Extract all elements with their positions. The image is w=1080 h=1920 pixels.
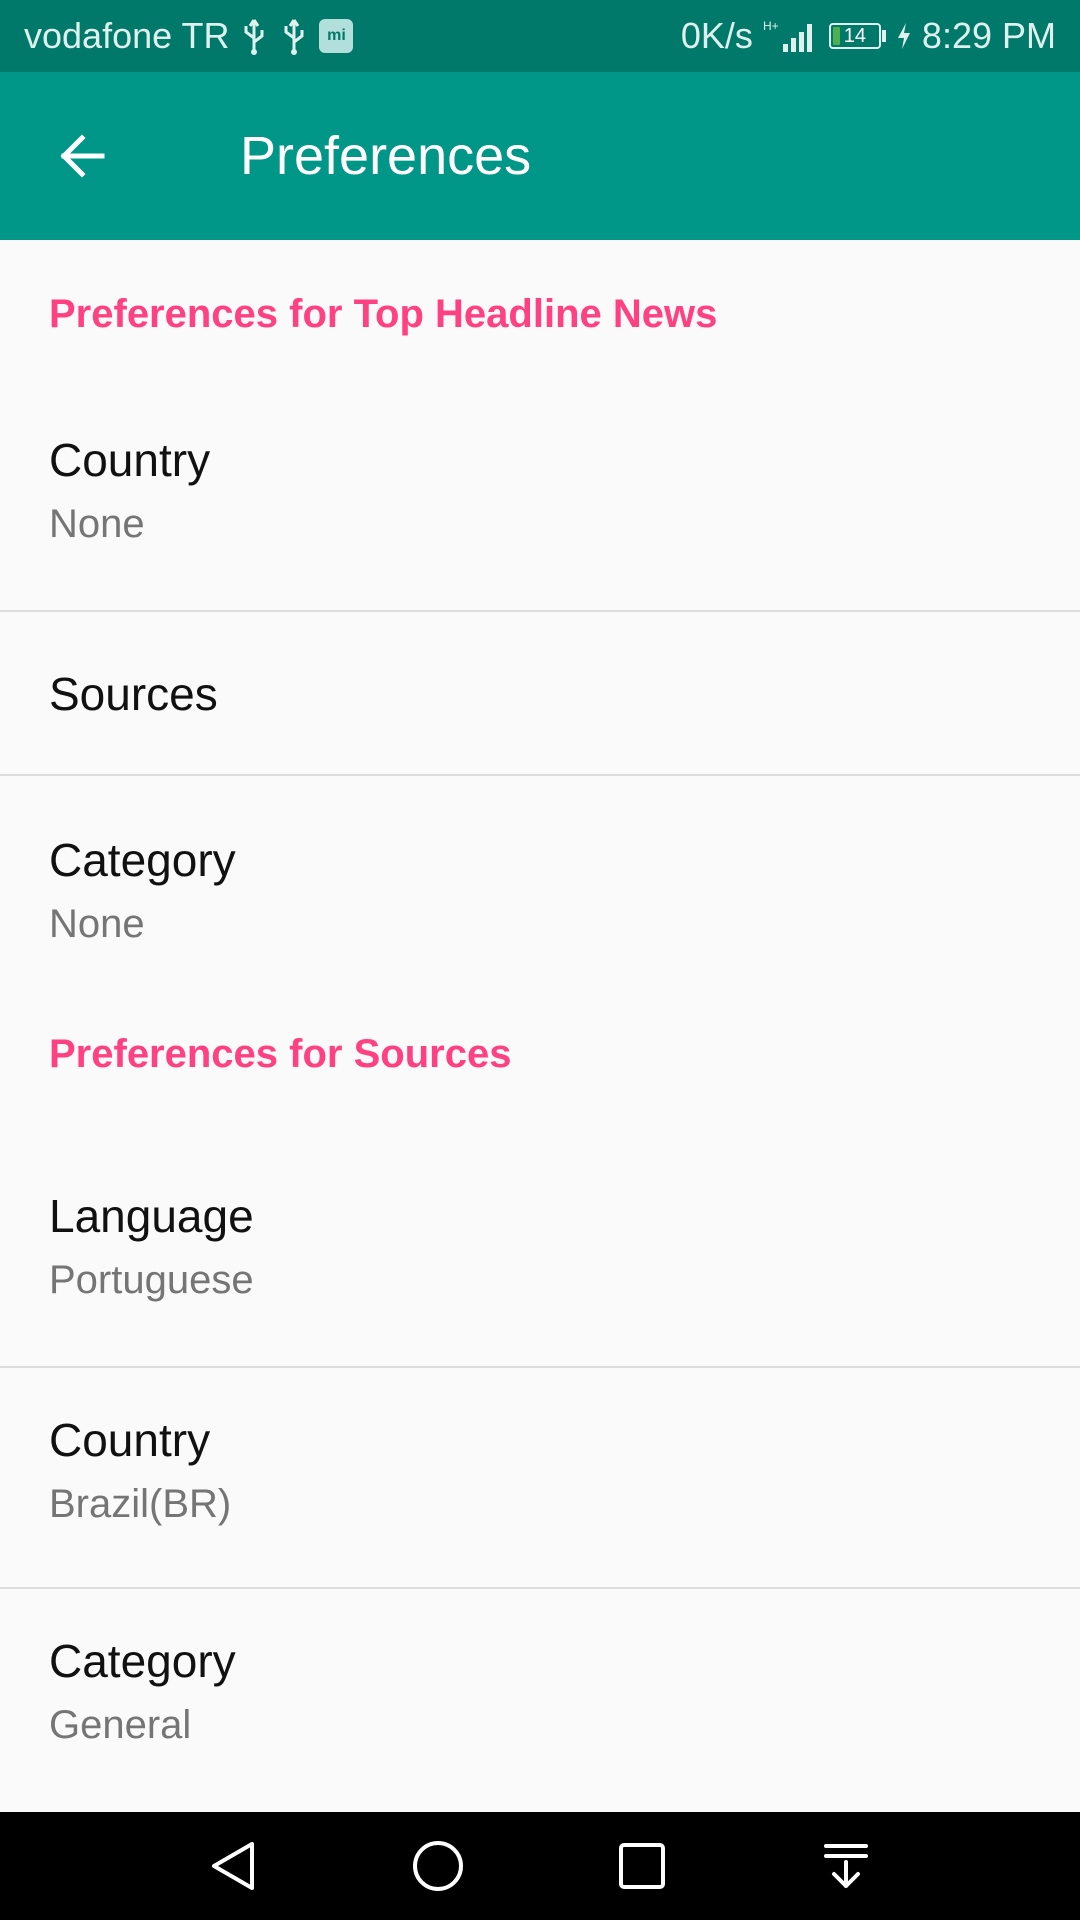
pref-item-country-sources[interactable]: Country Brazil(BR) — [0, 1368, 1080, 1587]
nav-recents-button[interactable] — [602, 1826, 682, 1906]
pref-title: Category — [49, 834, 236, 886]
nav-back-button[interactable] — [194, 1826, 274, 1906]
mi-app-icon: mi — [319, 19, 354, 53]
battery-level: 14 — [843, 25, 867, 47]
page-title: Preferences — [240, 126, 532, 186]
nav-notifications-button[interactable] — [806, 1826, 886, 1906]
nav-home-button[interactable] — [398, 1826, 478, 1906]
back-button[interactable] — [44, 118, 120, 194]
svg-text:H+: H+ — [763, 19, 779, 33]
status-bar: vodafone TR mi 0K/s H+ 14 8:29 PM — [0, 0, 1080, 72]
home-circle-icon — [413, 1841, 463, 1891]
pref-item-language-sources[interactable]: Language Portuguese — [0, 1148, 1080, 1366]
pref-title: Country — [49, 434, 211, 486]
pref-summary: Brazil(BR) — [49, 1482, 232, 1526]
status-left: vodafone TR mi — [24, 0, 354, 72]
section-header-top-headlines: Preferences for Top Headline News — [49, 292, 718, 336]
recents-square-icon — [619, 1843, 665, 1889]
status-right: 0K/s H+ 14 8:29 PM — [681, 0, 1056, 72]
signal-icon: H+ — [763, 19, 812, 52]
pref-title: Category — [49, 1635, 236, 1687]
carrier-name: vodafone TR — [24, 15, 230, 56]
pref-summary: None — [49, 502, 145, 546]
pref-summary: None — [49, 902, 145, 946]
clock: 8:29 PM — [921, 15, 1056, 56]
system-nav-bar — [0, 1812, 1080, 1920]
net-speed: 0K/s — [680, 15, 753, 56]
usb-icon — [244, 19, 264, 55]
arrow-left-icon — [60, 134, 105, 178]
preferences-list: Preferences for Top Headline News Countr… — [0, 240, 1080, 1807]
battery-icon: 14 — [828, 23, 886, 49]
section-header-sources: Preferences for Sources — [49, 1032, 512, 1076]
usb-icon — [284, 19, 304, 55]
pref-title: Country — [49, 1414, 211, 1466]
pref-item-category-top[interactable]: Category None — [0, 776, 1080, 996]
charging-icon — [897, 23, 910, 49]
pref-item-country-top[interactable]: Country None — [0, 392, 1080, 610]
pref-item-category-sources[interactable]: Category General — [0, 1589, 1080, 1807]
pref-summary: Portuguese — [49, 1258, 254, 1302]
pref-summary: General — [49, 1703, 192, 1747]
pref-item-sources-top[interactable]: Sources — [0, 612, 1080, 774]
pref-title: Language — [49, 1190, 254, 1242]
back-triangle-icon — [212, 1842, 254, 1890]
notification-pull-down-icon — [824, 1844, 868, 1888]
app-bar: Preferences — [0, 72, 1080, 240]
pref-title: Sources — [49, 668, 218, 720]
